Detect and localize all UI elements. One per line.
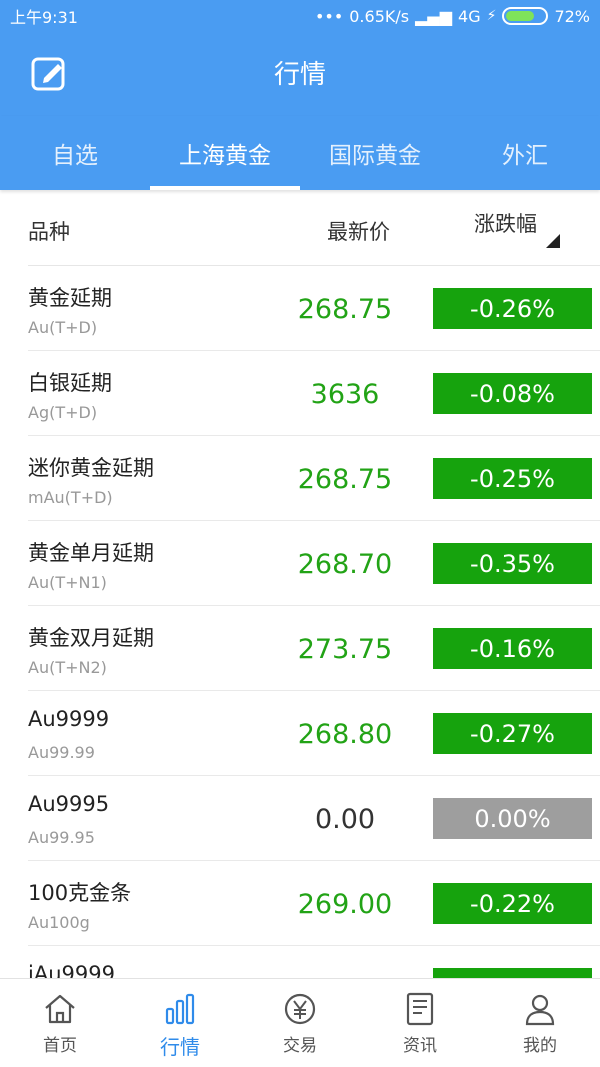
quote-name: Au9999 — [28, 707, 110, 731]
quote-list: 黄金延期 Au(T+D) 268.75 -0.26% 白银延期 Ag(T+D) … — [0, 266, 600, 978]
change-badge — [433, 968, 592, 978]
quote-price: 268.75 — [297, 464, 393, 495]
quote-row[interactable]: Au9999 Au99.99 268.80 -0.27% — [0, 691, 600, 776]
charging-icon: ⚡ — [486, 8, 497, 24]
status-right: ••• 0.65K/s ▂▄▆ 4G ⚡ 72% — [315, 7, 590, 26]
quote-price: 3636 — [310, 379, 380, 410]
quote-code: mAu(T+D) — [28, 488, 113, 507]
home-icon — [45, 994, 75, 1024]
signal-icon: ▂▄▆ — [415, 6, 453, 26]
quote-code: Au100g — [28, 913, 90, 932]
market-tabs: 自选 上海黄金 国际黄金 外汇 — [0, 116, 600, 190]
quote-name: 100克金条 — [28, 881, 132, 905]
battery-percent: 72% — [554, 6, 590, 26]
nav-trade[interactable]: 交易 — [240, 979, 360, 1067]
column-price: 最新价 — [327, 220, 390, 244]
user-icon — [525, 994, 555, 1026]
quote-code: Au(T+D) — [28, 318, 98, 337]
quote-row[interactable]: 黄金双月延期 Au(T+N2) 273.75 -0.16% — [0, 606, 600, 691]
change-badge: -0.25% — [433, 458, 592, 499]
nav-news[interactable]: 资讯 — [360, 979, 480, 1067]
battery-fill — [506, 11, 534, 21]
chart-icon — [165, 993, 195, 1025]
nav-home-label: 首页 — [43, 1036, 77, 1056]
nav-home[interactable]: 首页 — [0, 979, 120, 1067]
quote-name: 白银延期 — [28, 371, 112, 395]
quote-price: 268.80 — [297, 719, 393, 750]
news-icon — [406, 992, 434, 1026]
change-badge: -0.22% — [433, 883, 592, 924]
nav-profile-label: 我的 — [523, 1036, 557, 1056]
change-badge: -0.16% — [433, 628, 592, 669]
column-name: 品种 — [28, 220, 70, 244]
quote-price: 273.75 — [297, 634, 393, 665]
column-change[interactable]: 涨跌幅 — [474, 208, 537, 238]
tab-shanghai-gold[interactable]: 上海黄金 — [150, 116, 300, 190]
nav-profile[interactable]: 我的 — [480, 979, 600, 1067]
change-badge: -0.35% — [433, 543, 592, 584]
bottom-nav: 首页 行情 交易 资讯 我的 — [0, 978, 600, 1067]
quote-price: 269.00 — [297, 889, 393, 920]
quote-code: Au(T+N1) — [28, 573, 107, 592]
nav-market[interactable]: 行情 — [120, 979, 240, 1067]
status-speed: 0.65K/s — [349, 6, 410, 26]
table-header: 品种 最新价 涨跌幅 — [0, 190, 600, 266]
sort-icon[interactable] — [546, 234, 560, 248]
quote-code: Ag(T+D) — [28, 403, 98, 422]
tab-forex[interactable]: 外汇 — [450, 116, 600, 190]
page-title: 行情 — [273, 60, 326, 90]
nav-news-label: 资讯 — [403, 1036, 437, 1056]
yen-icon — [284, 993, 316, 1025]
quote-code: Au99.99 — [28, 743, 95, 762]
quote-name: 黄金延期 — [28, 286, 112, 310]
quote-code: Au99.95 — [28, 828, 95, 847]
quote-row[interactable]: 黄金单月延期 Au(T+N1) 268.70 -0.35% — [0, 521, 600, 606]
quote-name: 黄金双月延期 — [28, 626, 154, 650]
battery-icon — [502, 7, 549, 25]
change-badge: -0.26% — [433, 288, 592, 329]
change-badge: -0.08% — [433, 373, 592, 414]
app-bar: 行情 — [0, 32, 600, 116]
tab-watchlist[interactable]: 自选 — [0, 116, 150, 190]
quote-row[interactable]: 黄金延期 Au(T+D) 268.75 -0.26% — [0, 266, 600, 351]
quote-price: 268.70 — [297, 549, 393, 580]
change-badge: -0.27% — [433, 713, 592, 754]
status-network: 4G — [458, 6, 481, 26]
quote-code: Au(T+N2) — [28, 658, 107, 677]
quote-row[interactable]: 白银延期 Ag(T+D) 3636 -0.08% — [0, 351, 600, 436]
change-badge: 0.00% — [433, 798, 592, 839]
nav-trade-label: 交易 — [283, 1036, 317, 1056]
quote-row[interactable]: iAu9999 — [0, 946, 600, 978]
quote-name: 黄金单月延期 — [28, 541, 154, 565]
quote-price: 0.00 — [314, 804, 376, 835]
quote-row[interactable]: 100克金条 Au100g 269.00 -0.22% — [0, 861, 600, 946]
status-bar: 上午9:31 ••• 0.65K/s ▂▄▆ 4G ⚡ 72% — [0, 0, 600, 32]
tab-international-gold[interactable]: 国际黄金 — [300, 116, 450, 190]
quote-name: Au9995 — [28, 792, 110, 816]
quote-name: 迷你黄金延期 — [28, 456, 154, 480]
status-time: 上午9:31 — [10, 8, 78, 27]
quote-row[interactable]: 迷你黄金延期 mAu(T+D) 268.75 -0.25% — [0, 436, 600, 521]
quote-name: iAu9999 — [28, 962, 115, 978]
quote-row[interactable]: Au9995 Au99.95 0.00 0.00% — [0, 776, 600, 861]
nav-market-label: 行情 — [160, 1035, 200, 1059]
status-dots: ••• — [314, 6, 344, 26]
quote-price: 268.75 — [297, 294, 393, 325]
